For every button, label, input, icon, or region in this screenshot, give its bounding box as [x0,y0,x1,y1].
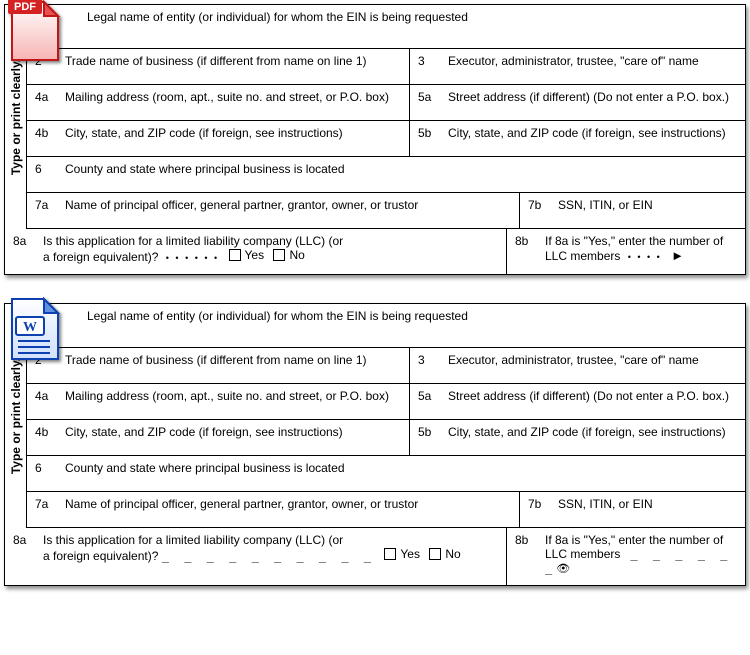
cell-4b: 4b City, state, and ZIP code (if foreign… [27,420,410,455]
cell-7a: 7a Name of principal officer, general pa… [27,492,520,527]
form-word-grid: Type or print clearly. Legal name of ent… [4,303,746,528]
llc-members-line2: LLC members [545,547,620,561]
mailing-address-label: Mailing address (room, apt., suite no. a… [65,389,401,403]
form-word-block: W Type or print clearly. Legal name of e… [4,303,746,586]
side-label: Type or print clearly. [9,358,23,474]
ssn-itin-ein-label: SSN, ITIN, or EIN [558,497,737,511]
trade-name-label: Trade name of business (if different fro… [65,54,401,68]
executor-label: Executor, administrator, trustee, "care … [448,54,737,68]
cell-8b: 8b If 8a is "Yes," enter the number of L… [507,528,745,585]
principal-officer-label: Name of principal officer, general partn… [65,497,511,511]
cell-2: 2 Trade name of business (if different f… [27,348,410,383]
cell-3: 3 Executor, administrator, trustee, "car… [410,348,745,383]
row-7a-7b: 7a Name of principal officer, general pa… [27,193,745,229]
row-8a-8b: 8a Is this application for a limited lia… [4,528,746,586]
cell-5b: 5b City, state, and ZIP code (if foreign… [410,420,745,455]
pdf-icon: PDF [0,0,70,69]
row-4b-5b: 4b City, state, and ZIP code (if foreign… [27,420,745,456]
leader-dots [162,250,219,264]
checkbox-icon[interactable] [273,249,285,261]
llc-question-line1: Is this application for a limited liabil… [43,533,343,547]
cell-5b: 5b City, state, and ZIP code (if foreign… [410,121,745,156]
row-4a-5a: 4a Mailing address (room, apt., suite no… [27,85,745,121]
row-1: Legal name of entity (or individual) for… [27,304,745,348]
legal-name-label: Legal name of entity (or individual) for… [87,10,737,24]
city-state-zip-4b-label: City, state, and ZIP code (if foreign, s… [65,425,401,439]
row-2-3: 2 Trade name of business (if different f… [27,348,745,384]
llc-members-line2: LLC members [545,249,620,263]
eye-icon: 👁 [556,563,570,575]
row-4a-5a: 4a Mailing address (room, apt., suite no… [27,384,745,420]
row-1: Legal name of entity (or individual) for… [27,5,745,49]
ssn-itin-ein-label: SSN, ITIN, or EIN [558,198,737,212]
cell-1: Legal name of entity (or individual) for… [27,5,745,48]
form-pdf-grid: Type or print clearly. Legal name of ent… [4,4,746,229]
row-8a-8b: 8a Is this application for a limited lia… [4,229,746,275]
row-4b-5b: 4b City, state, and ZIP code (if foreign… [27,121,745,157]
cell-4a: 4a Mailing address (room, apt., suite no… [27,384,410,419]
cell-6: 6 County and state where principal busin… [27,456,745,491]
row-6: 6 County and state where principal busin… [27,157,745,193]
word-icon: W [0,295,70,368]
city-state-zip-5b-label: City, state, and ZIP code (if foreign, s… [448,425,737,439]
yes-option[interactable]: Yes [384,547,420,561]
blank-line: _ _ _ _ _ _ _ _ _ _ [162,549,375,563]
llc-question-line2: a foreign equivalent)? [43,549,158,563]
llc-members-line1: If 8a is "Yes," enter the number of [545,533,723,547]
arrow-icon: ► [671,248,684,263]
cell-5a: 5a Street address (if different) (Do not… [410,85,745,120]
cell-7b: 7b SSN, ITIN, or EIN [520,193,745,228]
row-6: 6 County and state where principal busin… [27,456,745,492]
street-address-label: Street address (if different) (Do not en… [448,389,737,403]
street-address-label: Street address (if different) (Do not en… [448,90,737,104]
cell-4a: 4a Mailing address (room, apt., suite no… [27,85,410,120]
llc-question-line2: a foreign equivalent)? [43,250,158,264]
cell-4b: 4b City, state, and ZIP code (if foreign… [27,121,410,156]
legal-name-label: Legal name of entity (or individual) for… [87,309,737,323]
row-7a-7b: 7a Name of principal officer, general pa… [27,492,745,528]
leader-dots [624,249,662,263]
llc-question-line1: Is this application for a limited liabil… [43,234,343,248]
cell-7a: 7a Name of principal officer, general pa… [27,193,520,228]
county-state-label: County and state where principal busines… [65,461,737,475]
principal-officer-label: Name of principal officer, general partn… [65,198,511,212]
cell-8a: 8a Is this application for a limited lia… [5,229,507,274]
cell-6: 6 County and state where principal busin… [27,157,745,192]
svg-text:PDF: PDF [14,1,36,13]
checkbox-icon[interactable] [229,249,241,261]
llc-members-line1: If 8a is "Yes," enter the number of [545,234,723,248]
svg-text:W: W [23,320,37,335]
cell-1: Legal name of entity (or individual) for… [27,304,745,347]
yes-option[interactable]: Yes [229,248,265,262]
executor-label: Executor, administrator, trustee, "care … [448,353,737,367]
county-state-label: County and state where principal busines… [65,162,737,176]
side-label: Type or print clearly. [9,59,23,175]
cell-8a: 8a Is this application for a limited lia… [5,528,507,585]
checkbox-icon[interactable] [384,548,396,560]
checkbox-icon[interactable] [429,548,441,560]
mailing-address-label: Mailing address (room, apt., suite no. a… [65,90,401,104]
no-option[interactable]: No [273,248,304,262]
cell-2: 2 Trade name of business (if different f… [27,49,410,84]
cell-3: 3 Executor, administrator, trustee, "car… [410,49,745,84]
row-2-3: 2 Trade name of business (if different f… [27,49,745,85]
form-pdf-block: PDF Type or print clearly. Legal name of… [4,4,746,275]
trade-name-label: Trade name of business (if different fro… [65,353,401,367]
city-state-zip-4b-label: City, state, and ZIP code (if foreign, s… [65,126,401,140]
cell-5a: 5a Street address (if different) (Do not… [410,384,745,419]
cell-7b: 7b SSN, ITIN, or EIN [520,492,745,527]
cell-8b: 8b If 8a is "Yes," enter the number of L… [507,229,745,274]
city-state-zip-5b-label: City, state, and ZIP code (if foreign, s… [448,126,737,140]
no-option[interactable]: No [429,547,460,561]
